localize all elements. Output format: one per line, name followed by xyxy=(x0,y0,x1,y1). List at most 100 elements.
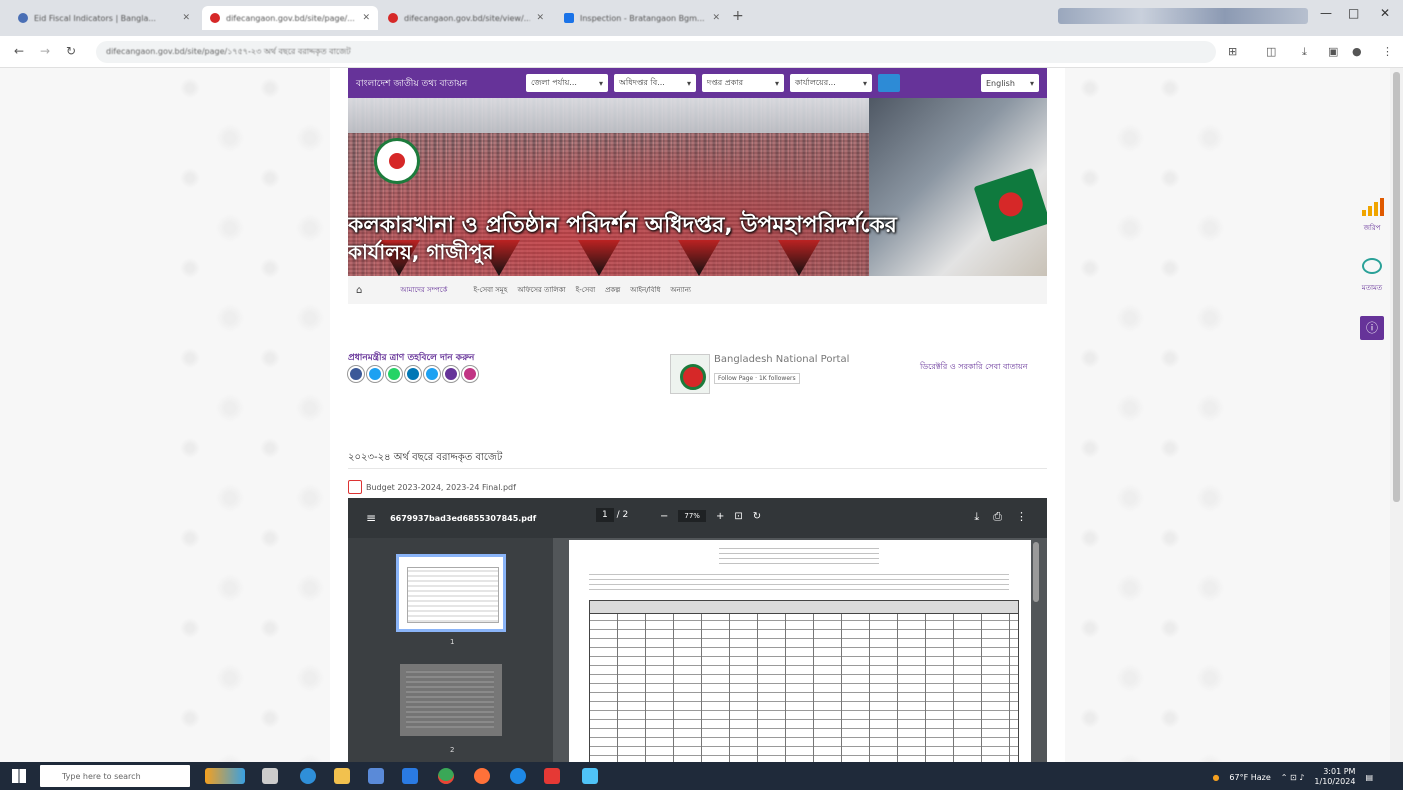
poll-label[interactable]: জরিপ xyxy=(1352,222,1392,234)
pdf-download-link[interactable]: Budget 2023-2024, 2023-24 Final.pdf xyxy=(348,480,516,494)
language-select[interactable]: English ▾ xyxy=(981,74,1039,92)
rotate-icon[interactable]: ↻ xyxy=(753,511,761,522)
notification-icon[interactable]: ▤ xyxy=(1365,773,1373,782)
pdf-scrollbar[interactable] xyxy=(1033,542,1039,602)
page-thumbnail-2[interactable] xyxy=(400,664,502,736)
twitter-icon[interactable] xyxy=(367,366,383,382)
share-icon[interactable] xyxy=(424,366,440,382)
extension-icon[interactable]: ◫ xyxy=(1266,45,1276,58)
profile-avatar[interactable]: ● xyxy=(1352,45,1362,58)
firefox-icon[interactable] xyxy=(474,768,490,784)
go-button[interactable] xyxy=(878,74,900,92)
whatsapp-icon[interactable] xyxy=(386,366,402,382)
facebook-icon[interactable] xyxy=(348,366,364,382)
download-icon[interactable]: ⤓ xyxy=(1302,45,1307,59)
back-icon[interactable]: ← xyxy=(14,44,24,58)
fit-page-icon[interactable]: ⊡ xyxy=(734,511,742,522)
weather-icon[interactable]: ● xyxy=(1212,773,1219,782)
menu-dots-icon[interactable]: ⋮ xyxy=(1382,45,1393,58)
menu-item-eservices[interactable]: ই-সেবা সমূহ xyxy=(473,284,507,296)
clock[interactable]: 3:01 PM 1/10/2024 xyxy=(1314,767,1355,787)
page-thumbnail-1[interactable] xyxy=(396,554,506,632)
address-bar[interactable]: difecangaon.gov.bd/site/page/১৭৫৭-২৩ অর্… xyxy=(96,41,1216,63)
page-input[interactable]: 1 xyxy=(596,508,614,522)
maximize-button[interactable]: □ xyxy=(1348,6,1359,20)
youtube-icon[interactable] xyxy=(544,768,560,784)
new-tab-button[interactable]: + xyxy=(732,8,744,24)
browser-tab-2[interactable]: difecangaon.gov.bd/site/view/... ✕ xyxy=(380,6,552,30)
close-tab-icon[interactable]: ✕ xyxy=(712,13,720,23)
division-select[interactable]: জেলা পর্যায়... ▾ xyxy=(526,74,608,92)
directorate-select[interactable]: অধিদপ্তর বি... ▾ xyxy=(614,74,696,92)
info-icon[interactable]: ⓘ xyxy=(1360,316,1384,340)
forward-icon[interactable]: → xyxy=(40,44,50,58)
globe-icon xyxy=(18,13,28,23)
browser-tab-0[interactable]: Eid Fiscal Indicators | Bangla... ✕ xyxy=(10,6,198,30)
zoom-in-icon[interactable]: + xyxy=(716,511,724,522)
chevron-down-icon: ▾ xyxy=(774,78,779,88)
edge-icon[interactable] xyxy=(300,768,316,784)
paint-icon[interactable] xyxy=(582,768,598,784)
site-subtitle: কার্যালয়, গাজীপুর xyxy=(348,240,494,264)
menu-item-projects[interactable]: প্রকল্প xyxy=(605,284,620,296)
feedback-label[interactable]: মতামত xyxy=(1352,282,1392,294)
print-icon[interactable]: ⎙ xyxy=(993,510,1002,524)
reload-icon[interactable]: ↻ xyxy=(66,44,76,58)
browser-tab-3[interactable]: Inspection - Bratangaon Bgm... ✕ xyxy=(556,6,728,30)
menu-item-laws[interactable]: আইন/বিধি xyxy=(630,284,660,296)
explorer-icon[interactable] xyxy=(334,768,350,784)
widgets-icon[interactable] xyxy=(205,768,245,784)
zoom-out-icon[interactable]: − xyxy=(660,511,668,522)
directory-link[interactable]: ডিরেক্টরি ও সরকারি সেবা বাতায়ন xyxy=(920,360,1040,374)
chat-icon[interactable] xyxy=(1362,258,1382,274)
tray-icons[interactable]: ⌃ ⊡ ♪ xyxy=(1281,773,1305,782)
chrome-icon[interactable] xyxy=(438,768,454,784)
windows-start-icon[interactable] xyxy=(12,769,26,783)
social-icons xyxy=(348,366,478,382)
minimize-button[interactable]: — xyxy=(1320,6,1332,20)
menu-item-eservice[interactable]: ই-সেবা xyxy=(576,284,596,296)
office-select[interactable]: কার্যালয়ের... ▾ xyxy=(790,74,872,92)
follow-page-button[interactable]: Follow Page · 1K followers xyxy=(714,373,800,384)
more-options-icon[interactable]: ⋮ xyxy=(1016,510,1027,524)
weather-text[interactable]: 67°F Haze xyxy=(1229,773,1270,782)
page-scrollbar[interactable] xyxy=(1390,68,1403,762)
pm-relief-link[interactable]: প্রধানমন্ত্রীর ত্রাণ তহবিলে দান করুন xyxy=(348,350,474,365)
national-portal-box[interactable]: Bangladesh National Portal Follow Page ·… xyxy=(670,354,880,400)
taskbar-search[interactable]: Type here to search xyxy=(40,765,190,787)
close-tab-icon[interactable]: ✕ xyxy=(362,13,370,23)
pdf-document-pane[interactable] xyxy=(553,538,1047,762)
instagram-icon[interactable] xyxy=(462,366,478,382)
email-icon[interactable] xyxy=(443,366,459,382)
poll-icon[interactable] xyxy=(1362,198,1384,216)
date-text: 1/10/2024 xyxy=(1314,777,1356,786)
windows-taskbar: Type here to search ● 67°F Haze ⌃ ⊡ ♪ 3:… xyxy=(0,762,1403,790)
sidepanel-icon[interactable]: ▣ xyxy=(1328,45,1338,58)
linkedin-icon[interactable] xyxy=(405,366,421,382)
zoom-input[interactable]: 77% xyxy=(678,510,706,522)
page-total: / 2 xyxy=(616,510,629,520)
tab-title: Inspection - Bratangaon Bgm... xyxy=(580,13,705,23)
close-tab-icon[interactable]: ✕ xyxy=(182,13,190,23)
download-icon[interactable]: ⤓ xyxy=(974,510,979,524)
close-tab-icon[interactable]: ✕ xyxy=(536,13,544,23)
close-window-button[interactable]: ✕ xyxy=(1380,6,1390,20)
store-icon[interactable] xyxy=(368,768,384,784)
translate-icon[interactable]: ⊞ xyxy=(1228,45,1237,58)
home-icon[interactable]: ⌂ xyxy=(356,285,362,296)
government-logo[interactable] xyxy=(374,138,420,184)
office-type-select[interactable]: দপ্তর প্রকার ▾ xyxy=(702,74,784,92)
menu-item-office-list[interactable]: অফিসের তালিকা xyxy=(517,284,565,296)
taskview-icon[interactable] xyxy=(262,768,278,784)
app-icon[interactable] xyxy=(510,768,526,784)
mail-icon[interactable] xyxy=(402,768,418,784)
pdf-actions: ⤓ ⎙ ⋮ xyxy=(974,510,1027,524)
hamburger-icon[interactable]: ≡ xyxy=(366,511,376,525)
portal-name[interactable]: Bangladesh National Portal xyxy=(714,354,849,365)
menu-item-about[interactable]: আমাদের সম্পর্কে xyxy=(400,284,447,296)
site-name[interactable]: বাংলাদেশ জাতীয় তথ্য বাতায়ন xyxy=(356,76,526,91)
pdf-link-text[interactable]: Budget 2023-2024, 2023-24 Final.pdf xyxy=(366,483,516,492)
scrollbar-thumb[interactable] xyxy=(1393,72,1400,502)
menu-item-others[interactable]: অন্যান্য xyxy=(670,284,691,296)
browser-tab-1[interactable]: difecangaon.gov.bd/site/page/... ✕ xyxy=(202,6,378,30)
